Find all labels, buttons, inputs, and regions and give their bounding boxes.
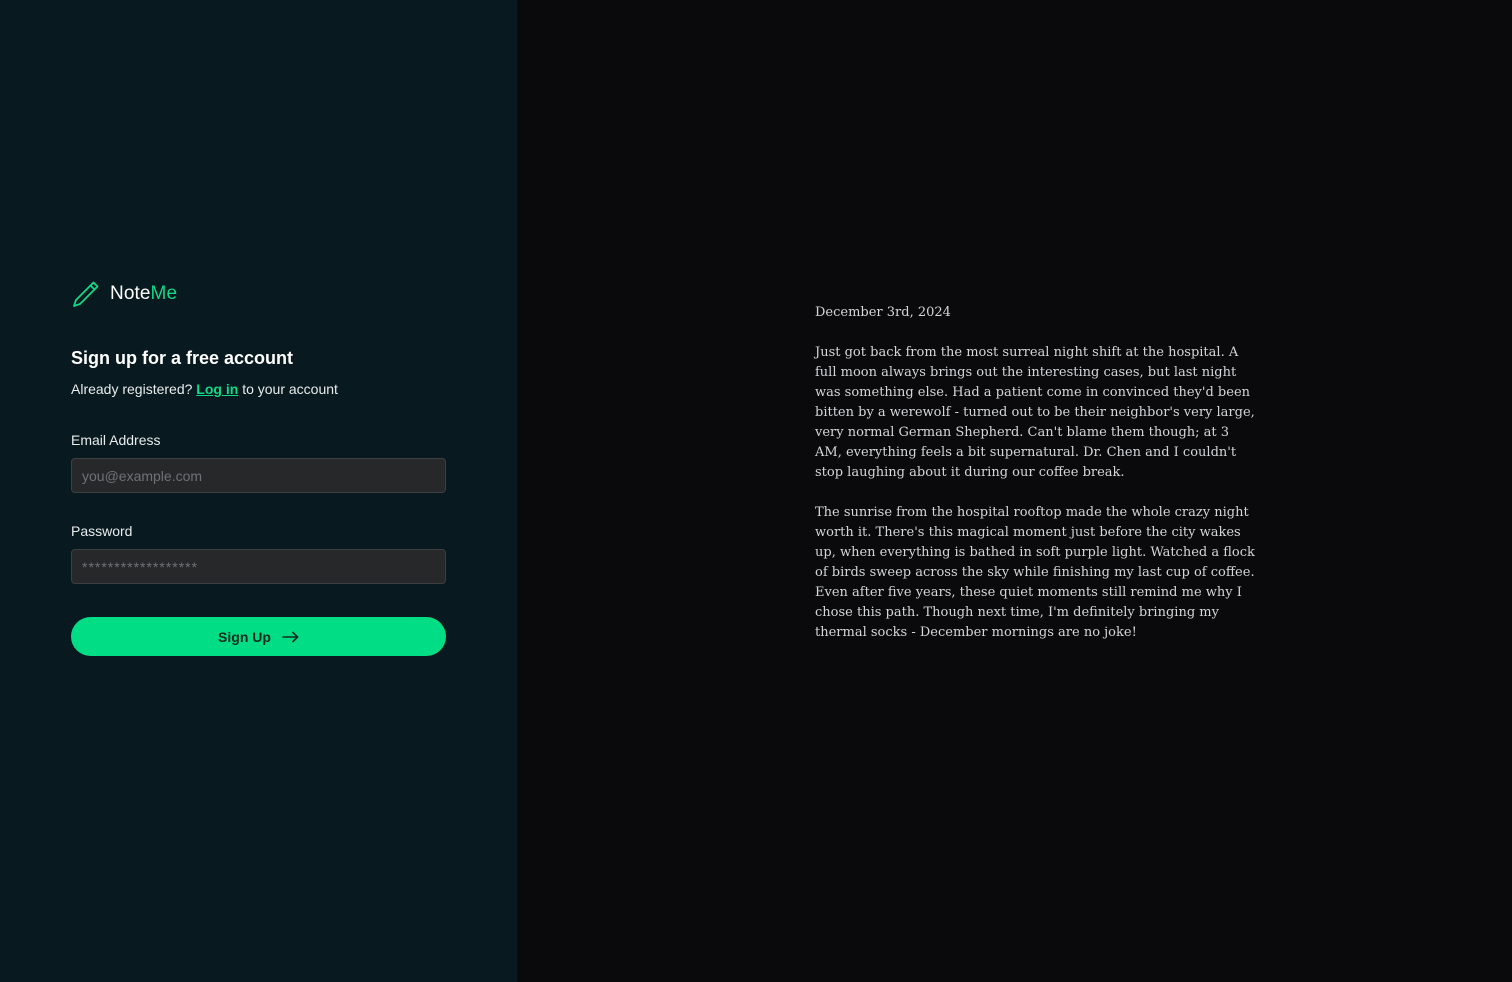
sign-up-button[interactable]: Sign Up: [71, 617, 446, 656]
password-field[interactable]: [71, 549, 446, 584]
brand-logo: NoteMe: [71, 279, 177, 309]
email-label: Email Address: [71, 432, 161, 448]
journal-paragraph: The sunrise from the hospital rooftop ma…: [815, 505, 1255, 640]
page-title: Sign up for a free account: [71, 348, 294, 368]
password-label: Password: [71, 523, 133, 539]
brand-name-note: Note: [110, 283, 151, 304]
brand-name-me: Me: [150, 283, 178, 304]
login-link[interactable]: Log in: [196, 381, 238, 397]
signup-panel: NoteMe Sign up for a free account Alread…: [0, 0, 517, 982]
login-prompt: Already registered? Log in to your accou…: [71, 381, 338, 397]
sign-up-label: Sign Up: [218, 628, 271, 645]
journal-entry: December 3rd, 2024 Just got back from th…: [815, 303, 1255, 663]
login-prompt-suffix: to your account: [242, 381, 338, 397]
brand-name: NoteMe: [110, 283, 177, 305]
journal-date: December 3rd, 2024: [815, 305, 951, 320]
email-field[interactable]: [71, 458, 446, 493]
pencil-icon: [73, 281, 99, 307]
arrow-right-icon: [282, 631, 299, 642]
journal-paragraph: Just got back from the most surreal nigh…: [815, 345, 1255, 480]
login-prompt-prefix: Already registered?: [71, 381, 193, 397]
